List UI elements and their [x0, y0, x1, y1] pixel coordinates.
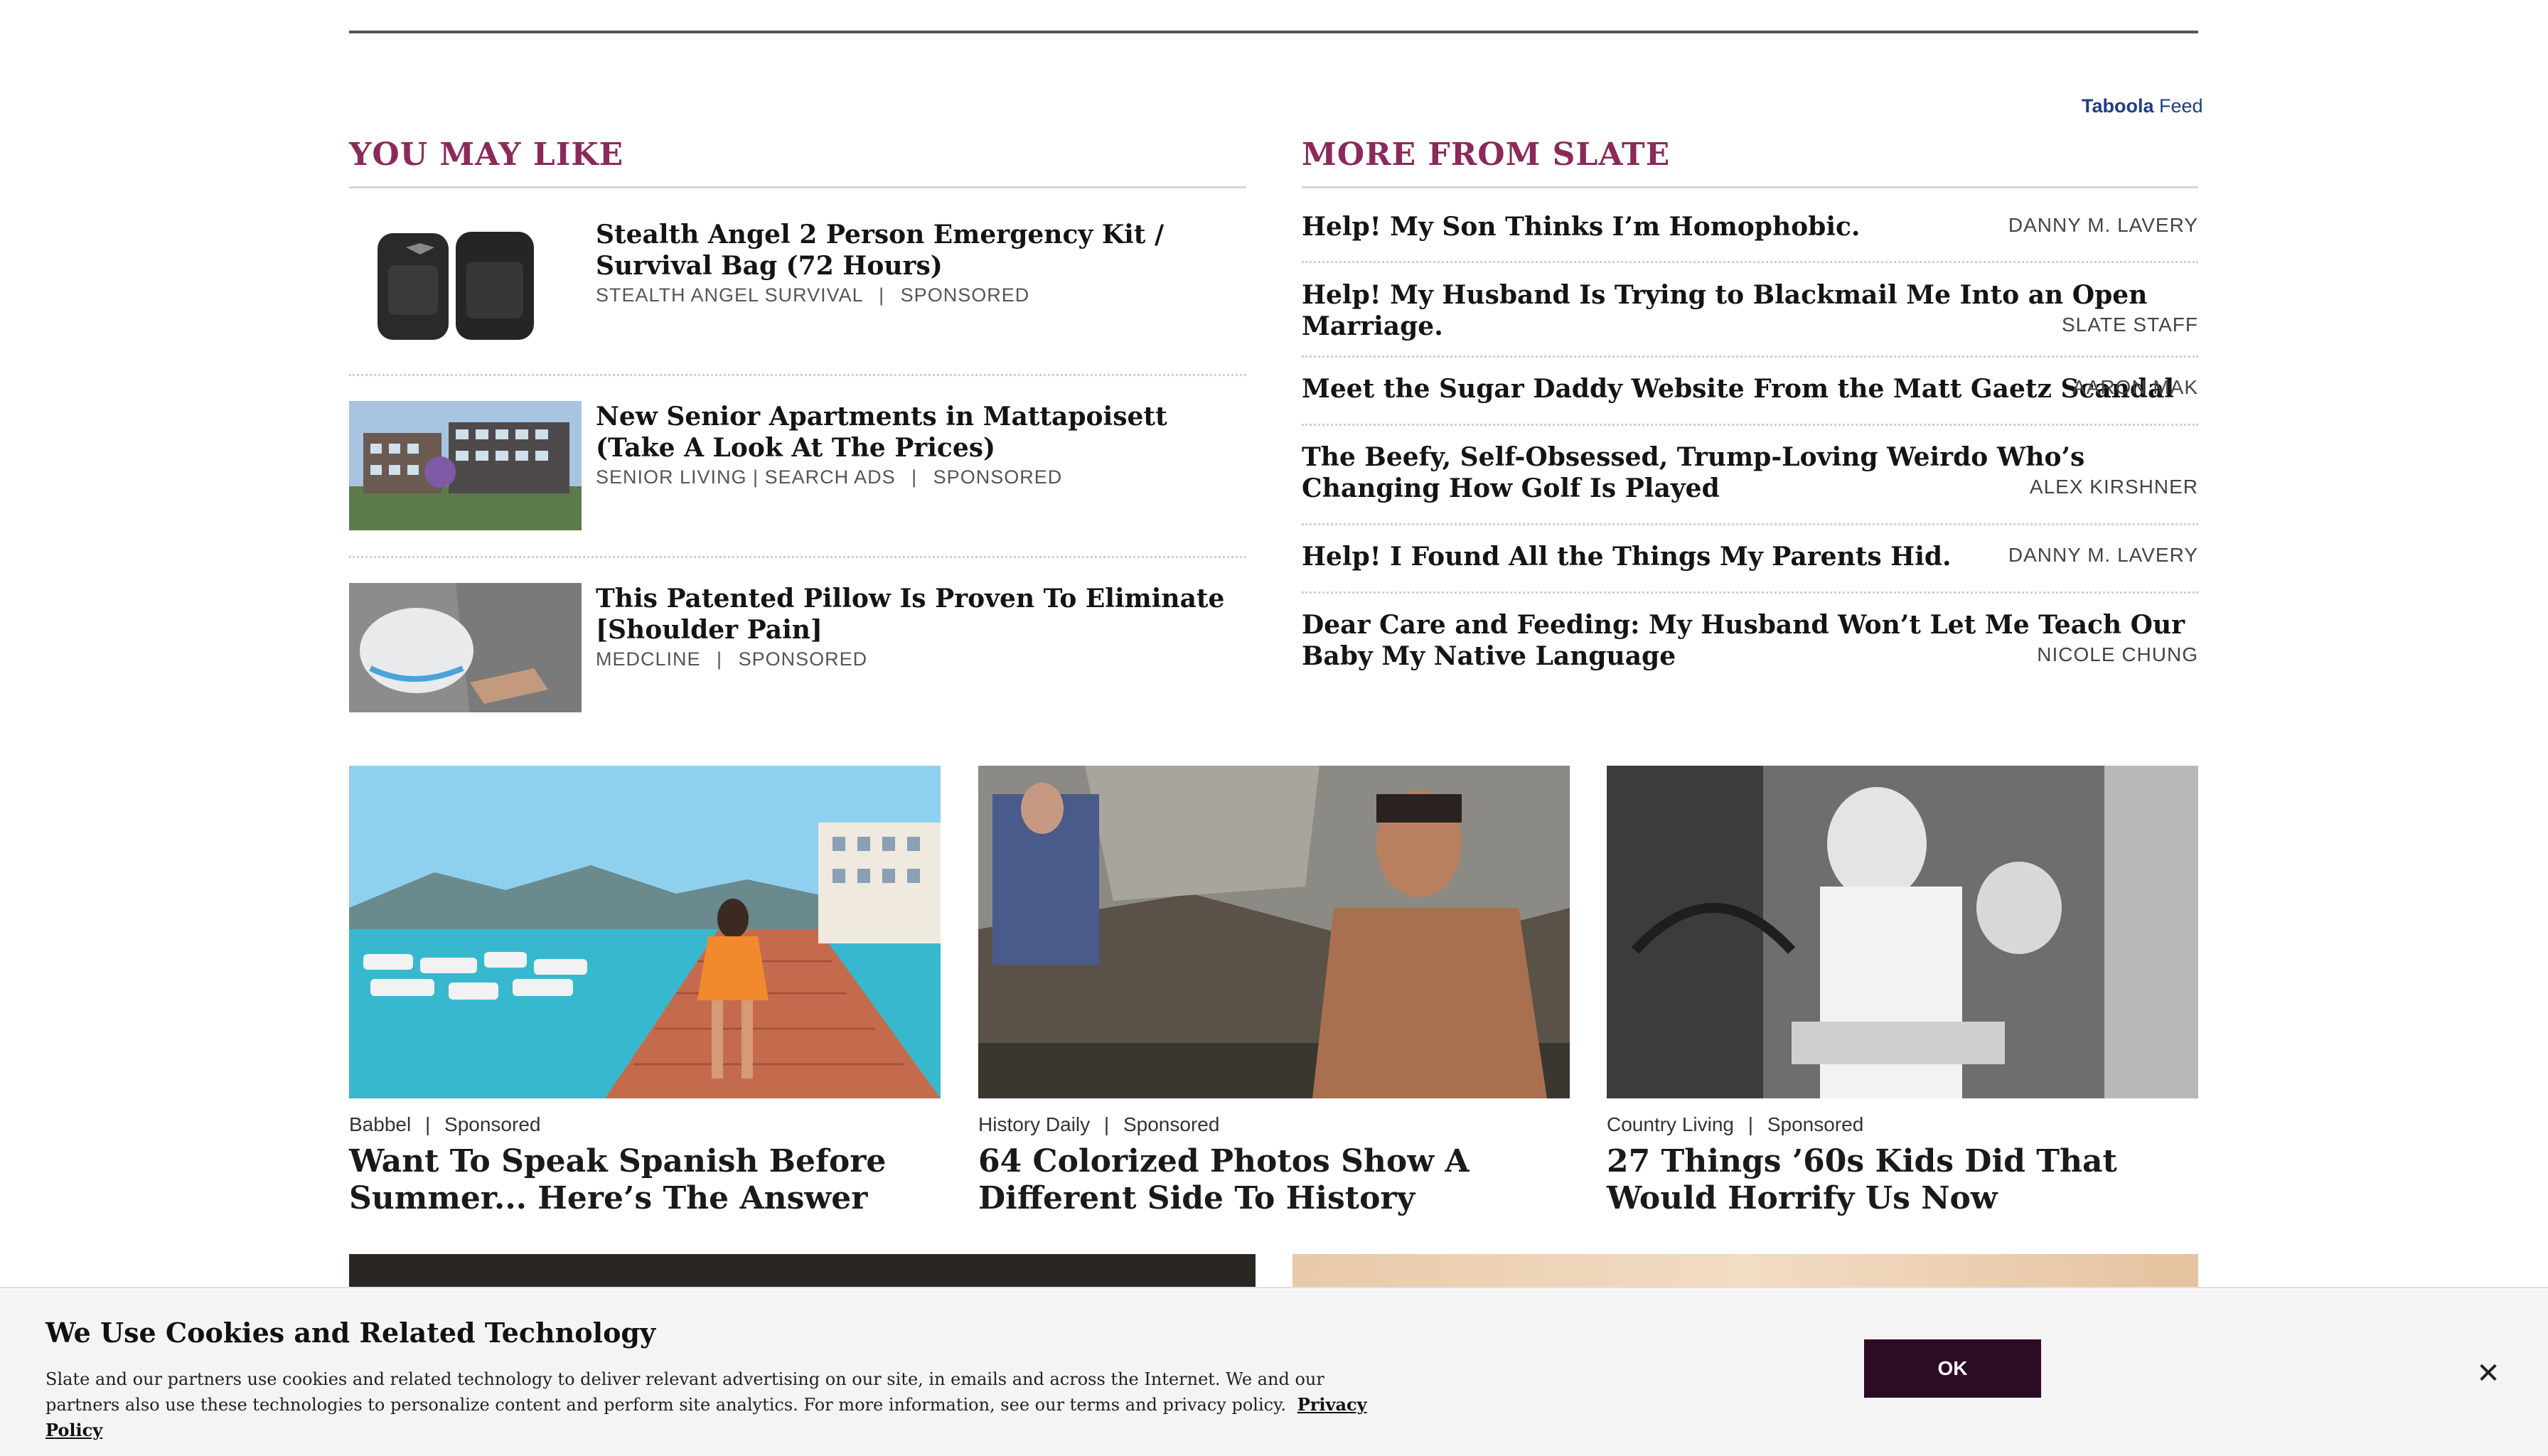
story-author[interactable]: DANNY M. LAVERY [2008, 544, 2198, 567]
card-tag: Sponsored [1123, 1113, 1220, 1135]
story-item[interactable]: The Beefy, Self-Obsessed, Trump-Loving W… [1302, 441, 2198, 509]
taboola-suffix: Feed [2153, 95, 2203, 117]
sponsored-source: STEALTH ANGEL SURVIVAL [596, 284, 863, 306]
sponsored-item[interactable]: New Senior Apartments in Mattapoisett (T… [349, 401, 1246, 530]
pillow-thumbnail[interactable] [349, 583, 582, 712]
story-item[interactable]: Help! My Son Thinks I’m Homophobic. DANN… [1302, 211, 2198, 247]
you-may-like-heading: YOU MAY LIKE [349, 136, 624, 173]
cookie-ok-button[interactable]: OK [1864, 1339, 2041, 1398]
sponsored-title[interactable]: New Senior Apartments in Mattapoisett (T… [596, 401, 1236, 464]
meta-separator: | [911, 466, 918, 488]
card-title[interactable]: Want To Speak Spanish Before Summer... H… [349, 1143, 953, 1217]
more-from-slate-rule [1302, 186, 2198, 188]
cookie-body: Slate and our partners use cookies and r… [46, 1369, 1324, 1415]
taboola-feed-logo[interactable]: Taboola Feed [2082, 95, 2203, 117]
sponsored-tag: SPONSORED [738, 648, 868, 670]
divider [1302, 523, 2198, 525]
cookie-banner: We Use Cookies and Related Technology Sl… [0, 1287, 2548, 1456]
card-tag: Sponsored [1767, 1113, 1864, 1135]
sponsored-meta: SENIOR LIVING | SEARCH ADS | SPONSORED [596, 466, 1062, 488]
next-card-image[interactable] [1292, 1254, 2198, 1290]
close-icon[interactable]: ✕ [2475, 1358, 2501, 1389]
sponsored-source: SENIOR LIVING | SEARCH ADS [596, 466, 896, 488]
divider [349, 556, 1246, 558]
card-source: History Daily [978, 1113, 1091, 1135]
divider [1302, 261, 2198, 263]
story-author[interactable]: SLATE STAFF [2062, 314, 2198, 336]
card-tag: Sponsored [444, 1113, 541, 1135]
meta-separator: | [1103, 1113, 1110, 1135]
cookie-title: We Use Cookies and Related Technology [46, 1317, 656, 1349]
story-author[interactable]: AARON MAK [2072, 376, 2198, 399]
story-item[interactable]: Help! My Husband Is Trying to Blackmail … [1302, 279, 2198, 343]
card-source: Babbel [349, 1113, 412, 1135]
cookie-text: Slate and our partners use cookies and r… [46, 1366, 1396, 1443]
story-title[interactable]: Help! My Son Thinks I’m Homophobic. [1302, 211, 1860, 242]
sponsored-item[interactable]: This Patented Pillow Is Proven To Elimin… [349, 583, 1246, 712]
meta-separator: | [717, 648, 723, 670]
colorized-photo[interactable] [978, 766, 1570, 1098]
backpack-thumbnail[interactable] [349, 219, 582, 348]
card-meta: Country Living | Sponsored [1607, 1113, 1863, 1136]
next-card-image[interactable] [349, 1254, 1256, 1290]
card-source: Country Living [1607, 1113, 1734, 1135]
harbor-photo[interactable] [349, 766, 941, 1098]
taboola-brand: Taboola [2082, 95, 2154, 117]
sponsored-tag: SPONSORED [933, 466, 1063, 488]
meta-separator: | [1747, 1113, 1754, 1135]
sponsored-title[interactable]: This Patented Pillow Is Proven To Elimin… [596, 583, 1236, 646]
divider [349, 374, 1246, 376]
story-title[interactable]: Meet the Sugar Daddy Website From the Ma… [1302, 373, 2174, 405]
sponsored-meta: STEALTH ANGEL SURVIVAL | SPONSORED [596, 284, 1029, 306]
more-from-slate-heading: MORE FROM SLATE [1302, 136, 1671, 173]
meta-separator: | [879, 284, 885, 306]
sponsored-tag: SPONSORED [900, 284, 1030, 306]
apartments-thumbnail[interactable] [349, 401, 582, 530]
sponsored-title[interactable]: Stealth Angel 2 Person Emergency Kit / S… [596, 219, 1236, 282]
story-item[interactable]: Dear Care and Feeding: My Husband Won’t … [1302, 609, 2198, 677]
meta-separator: | [424, 1113, 431, 1135]
story-author[interactable]: DANNY M. LAVERY [2008, 214, 2198, 237]
sponsored-meta: MEDCLINE | SPONSORED [596, 648, 867, 670]
sixties-photo[interactable] [1607, 766, 2198, 1098]
card-meta: Babbel | Sponsored [349, 1113, 540, 1136]
divider [1302, 592, 2198, 594]
story-author[interactable]: ALEX KIRSHNER [2030, 476, 2198, 498]
divider [1302, 355, 2198, 358]
card-meta: History Daily | Sponsored [978, 1113, 1219, 1136]
divider [1302, 424, 2198, 426]
top-divider [349, 31, 2198, 33]
story-item[interactable]: Meet the Sugar Daddy Website From the Ma… [1302, 373, 2198, 409]
you-may-like-rule [349, 186, 1246, 188]
sponsored-item[interactable]: Stealth Angel 2 Person Emergency Kit / S… [349, 219, 1246, 348]
story-author[interactable]: NICOLE CHUNG [2037, 643, 2198, 666]
story-title[interactable]: Help! I Found All the Things My Parents … [1302, 541, 1952, 572]
card-title[interactable]: 64 Colorized Photos Show A Different Sid… [978, 1143, 1583, 1217]
story-item[interactable]: Help! I Found All the Things My Parents … [1302, 541, 2198, 577]
sponsored-source: MEDCLINE [596, 648, 701, 670]
card-title[interactable]: 27 Things ’60s Kids Did That Would Horri… [1607, 1143, 2211, 1217]
